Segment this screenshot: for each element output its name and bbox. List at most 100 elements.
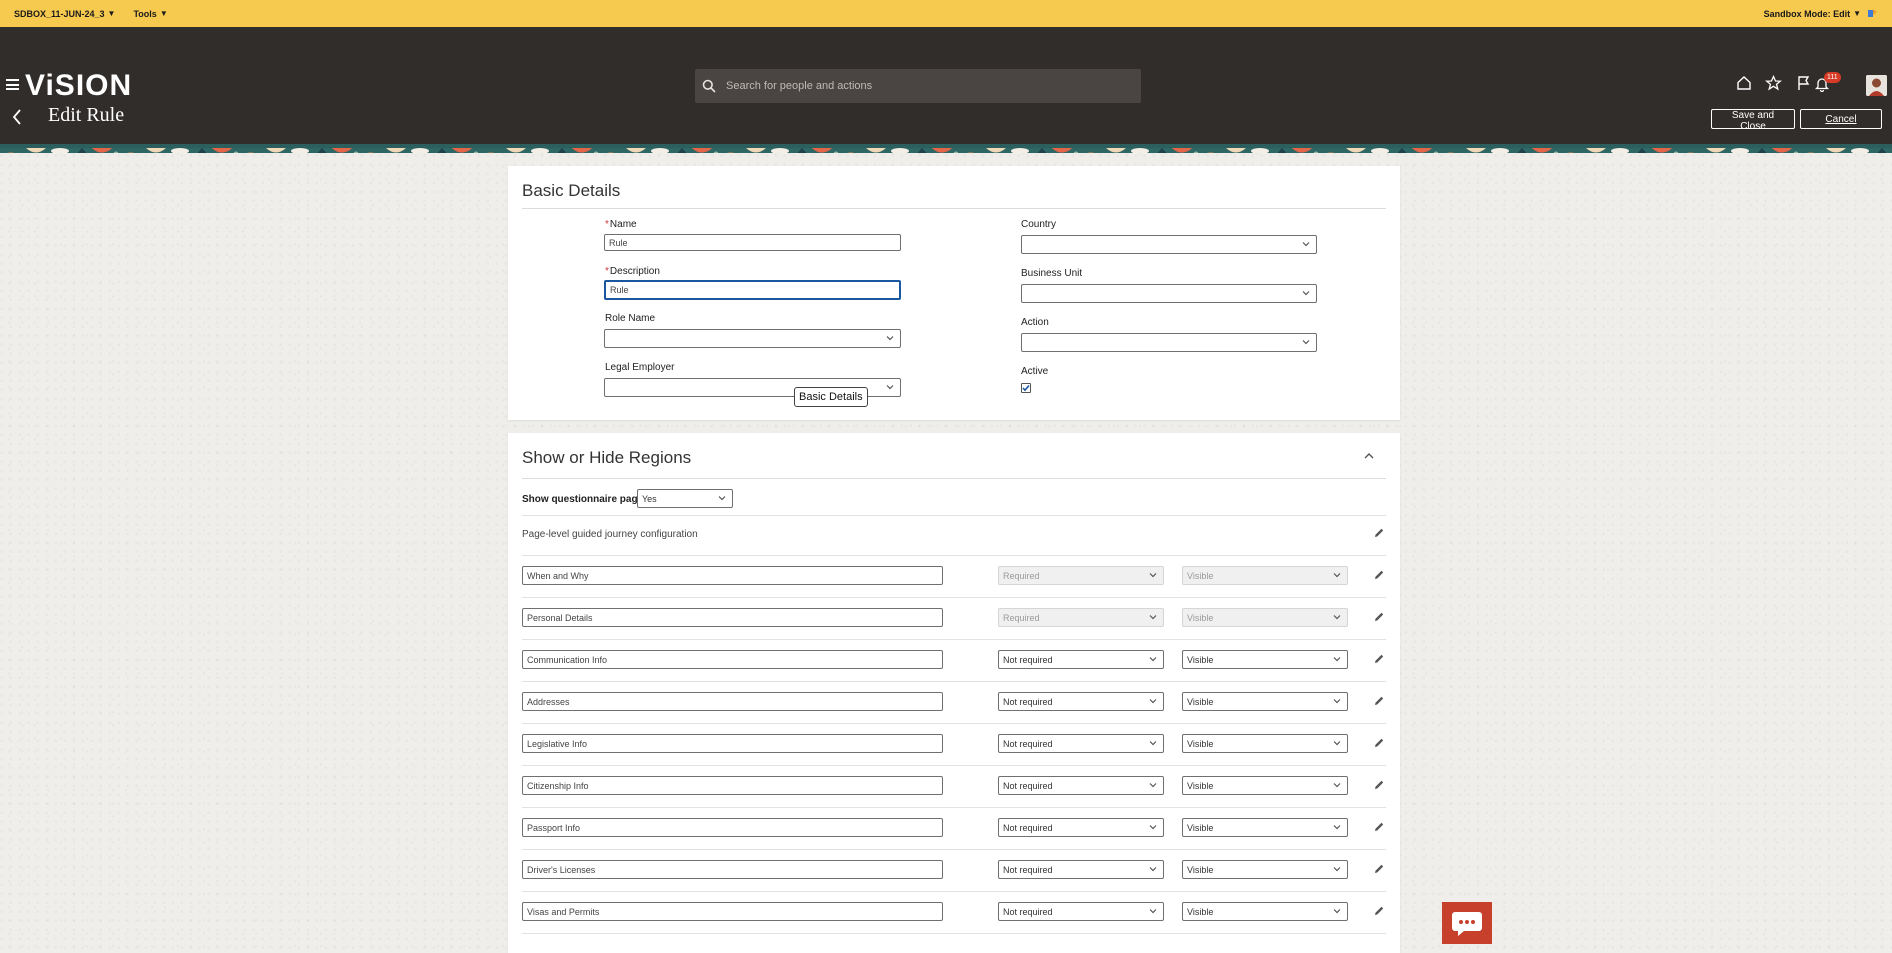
active-checkbox[interactable] [1021,383,1031,393]
region-visibility-select[interactable]: Visible [1182,734,1348,753]
edit-pencil-icon[interactable] [1373,611,1385,623]
chevron-down-icon [1302,340,1310,345]
region-visibility-select[interactable]: Visible [1182,818,1348,837]
questionnaire-select[interactable]: Yes [637,489,733,508]
edit-pencil-icon[interactable] [1373,779,1385,791]
region-required-select[interactable]: Not required [998,734,1164,753]
chevron-down-icon [1333,825,1341,830]
region-required-value: Not required [1003,822,1053,833]
divider [522,597,1386,598]
role-name-select[interactable] [604,329,901,348]
global-header: ViSION 111 [0,27,1892,144]
hamburger-menu-icon[interactable] [6,79,19,90]
region-visibility-value: Visible [1187,864,1214,875]
region-required-value: Not required [1003,906,1053,917]
region-required-value: Not required [1003,654,1053,665]
name-input[interactable] [604,234,901,251]
role-name-label: Role Name [605,313,656,324]
region-visibility-select[interactable]: Visible [1182,902,1348,921]
chevron-down-icon [718,496,726,501]
edit-pencil-icon[interactable] [1373,905,1385,917]
edit-pencil-icon[interactable] [1373,821,1385,833]
region-visibility-value: Visible [1187,570,1214,581]
region-name-input[interactable] [522,818,943,837]
divider [522,555,1386,556]
notifications-badge: 111 [1824,72,1841,83]
region-visibility-value: Visible [1187,612,1214,623]
cancel-button[interactable]: Cancel [1800,109,1882,129]
region-name-input[interactable] [522,608,943,627]
sandbox-name-menu[interactable]: SDBOX_11-JUN-24_3 ▼ [14,9,115,19]
divider [522,681,1386,682]
region-name-input[interactable] [522,692,943,711]
edit-pencil-icon[interactable] [1373,737,1385,749]
user-avatar[interactable] [1866,75,1887,96]
flag-icon[interactable] [1796,75,1812,91]
avatar-image [1866,75,1887,96]
show-hide-regions-card: Show or Hide Regions Show questionnaire … [508,433,1400,953]
region-name-input[interactable] [522,650,943,669]
chat-button[interactable] [1442,902,1492,944]
chevron-up-icon[interactable] [1363,451,1375,461]
chevron-down-icon [1333,615,1341,620]
country-select[interactable] [1021,235,1317,254]
search-input[interactable] [724,79,1108,93]
tools-label: Tools [133,8,157,19]
region-visibility-select[interactable]: Visible [1182,776,1348,795]
description-label: *Description [605,266,660,277]
edit-pencil-icon[interactable] [1373,695,1385,707]
global-search[interactable] [695,69,1141,103]
region-required-select[interactable]: Not required [998,650,1164,669]
name-label-text: Name [609,219,637,230]
decorative-banner [0,144,1892,153]
action-select[interactable] [1021,333,1317,352]
region-required-value: Not required [1003,780,1053,791]
region-name-input[interactable] [522,902,943,921]
questionnaire-value: Yes [642,493,657,504]
sandbox-mode-menu[interactable]: Sandbox Mode: Edit ▼ [1764,9,1861,19]
region-visibility-value: Visible [1187,906,1214,917]
save-and-close-button[interactable]: Save and Close [1711,109,1795,132]
region-required-select: Required [998,608,1164,627]
country-label: Country [1021,219,1057,230]
home-icon[interactable] [1736,75,1752,91]
sandbox-status-icon[interactable] [1867,8,1878,19]
divider [522,849,1386,850]
tools-menu[interactable]: Tools ▼ [133,9,167,19]
region-name-input[interactable] [522,860,943,879]
region-required-value: Not required [1003,738,1053,749]
region-required-select[interactable]: Not required [998,860,1164,879]
region-required-select[interactable]: Not required [998,902,1164,921]
region-required-select[interactable]: Not required [998,776,1164,795]
region-required-select: Required [998,566,1164,585]
back-chevron-icon[interactable] [11,108,23,126]
region-required-select[interactable]: Not required [998,818,1164,837]
edit-pencil-icon[interactable] [1373,863,1385,875]
region-visibility-select[interactable]: Visible [1182,860,1348,879]
legal-employer-label: Legal Employer [605,362,675,373]
notifications-button[interactable]: 111 [1814,72,1842,93]
sandbox-name: SDBOX_11-JUN-24_3 [14,8,105,19]
divider [522,639,1386,640]
chevron-down-icon [1333,783,1341,788]
edit-pencil-icon[interactable] [1373,527,1385,539]
edit-pencil-icon[interactable] [1373,569,1385,581]
divider [522,723,1386,724]
region-visibility-select[interactable]: Visible [1182,692,1348,711]
chevron-down-icon [886,385,894,390]
chevron-down-icon [886,336,894,341]
caret-down-icon: ▼ [1853,9,1861,18]
region-name-input[interactable] [522,776,943,795]
region-required-select[interactable]: Not required [998,692,1164,711]
business-unit-select[interactable] [1021,284,1317,303]
vision-logo[interactable]: ViSION [25,69,132,103]
favorites-star-icon[interactable] [1765,75,1782,91]
description-input[interactable] [604,280,901,300]
regions-title: Show or Hide Regions [522,448,692,467]
region-name-input[interactable] [522,566,943,585]
edit-pencil-icon[interactable] [1373,653,1385,665]
region-visibility-select[interactable]: Visible [1182,650,1348,669]
chat-bubble-icon [1452,912,1482,936]
chevron-down-icon [1149,741,1157,746]
region-name-input[interactable] [522,734,943,753]
